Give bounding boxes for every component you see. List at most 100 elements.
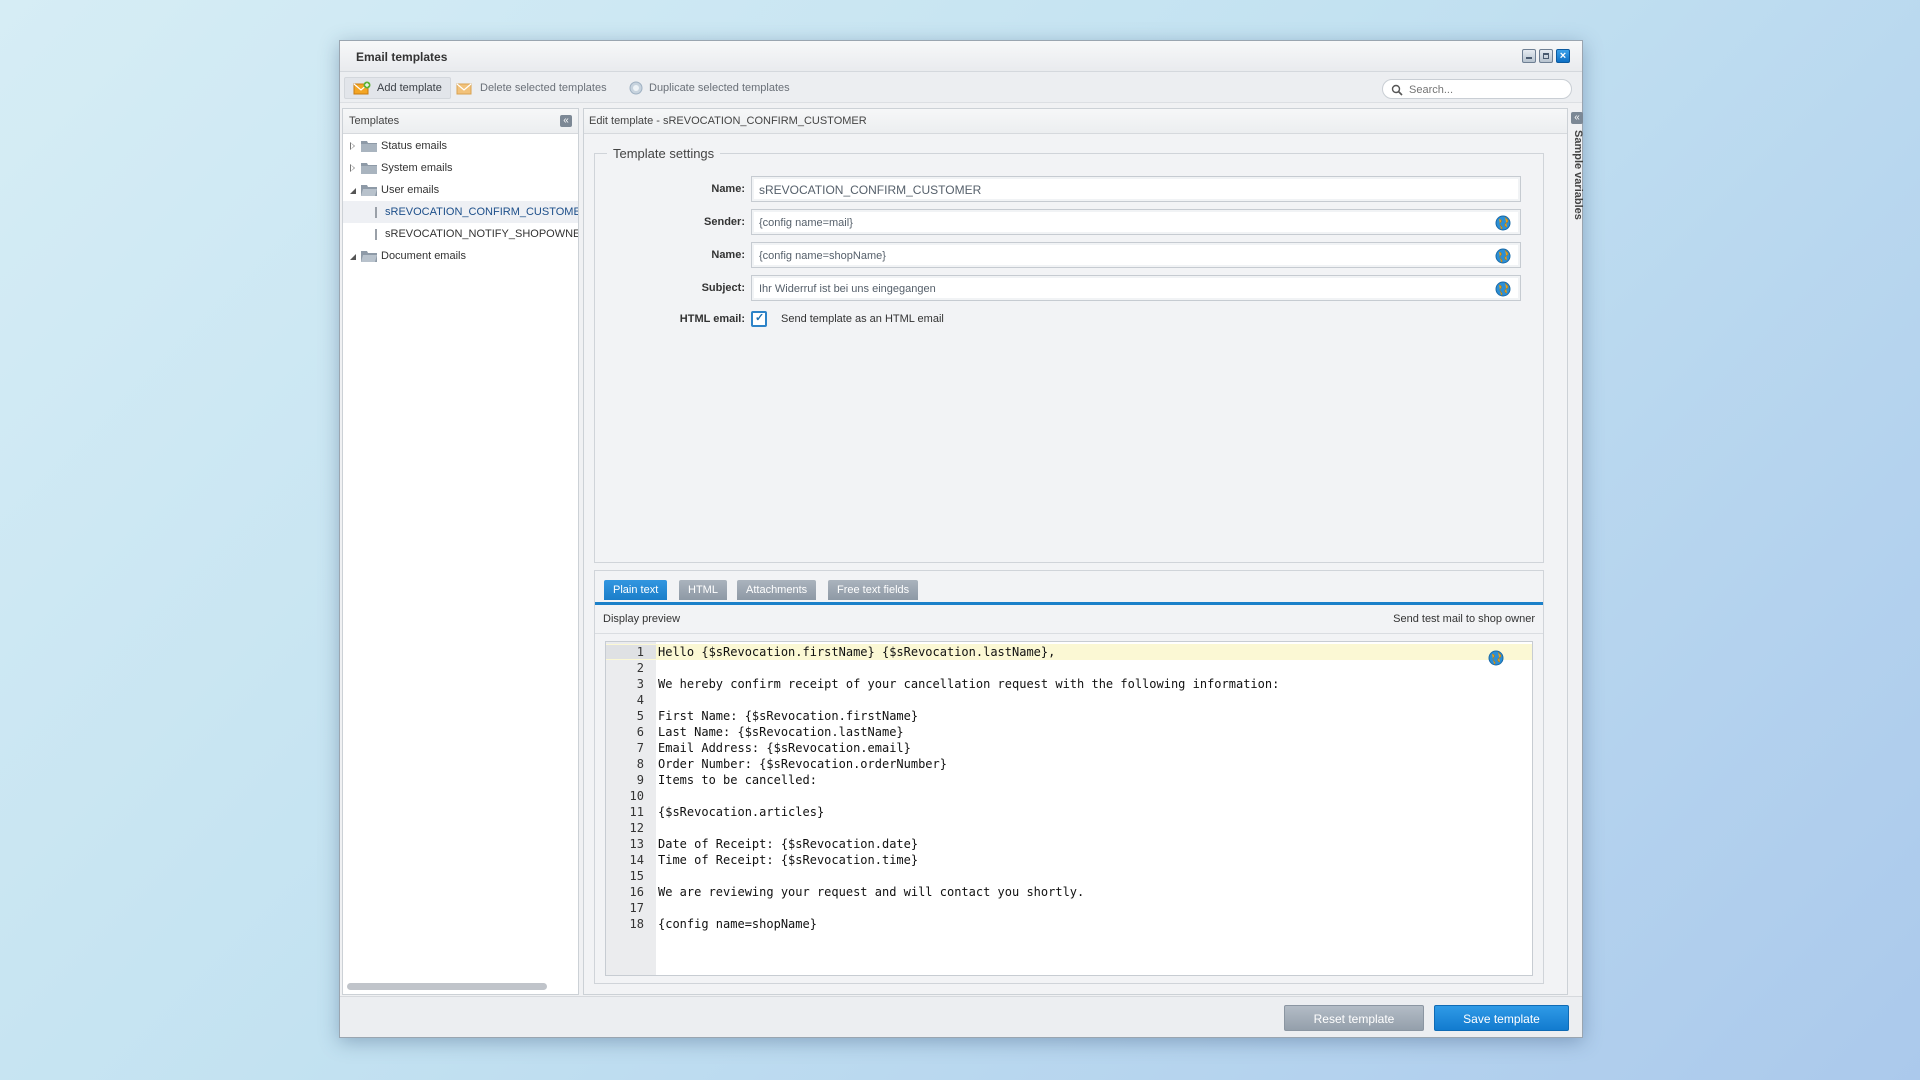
line-number: 16 — [629, 885, 644, 899]
delete-templates-button[interactable]: Delete selected templates — [448, 77, 615, 99]
code-line[interactable]: 9 Items to be cancelled: — [606, 772, 1532, 788]
globe-icon[interactable] — [1495, 248, 1511, 264]
code-line[interactable]: 10 — [606, 788, 1532, 804]
code-line[interactable]: 1 Hello {$sRevocation.firstName} {$sRevoc… — [606, 644, 1532, 660]
edit-panel-header: Edit template - sREVOCATION_CONFIRM_CUST… — [584, 109, 1567, 134]
tree-template-notify-shopowner[interactable]: sREVOCATION_NOTIFY_SHOPOWNER — [343, 223, 578, 245]
tab-free-text-fields[interactable]: Free text fields — [828, 580, 919, 600]
email-templates-window: Email templates × Add template Delete se… — [339, 40, 1584, 1038]
search-input[interactable] — [1407, 82, 1566, 98]
tree-folder-system-emails[interactable]: System emails — [343, 157, 578, 179]
add-template-button[interactable]: Add template — [344, 77, 451, 99]
globe-icon[interactable] — [1495, 281, 1511, 297]
code-line[interactable]: 15 — [606, 868, 1532, 884]
templates-tree-panel: Templates « Status emails System emails … — [342, 108, 579, 995]
name-field[interactable]: sREVOCATION_CONFIRM_CUSTOMER — [751, 176, 1521, 202]
line-number: 4 — [636, 693, 644, 707]
code-line-text: {$sRevocation.articles} — [658, 805, 825, 819]
open-folder-icon — [361, 185, 377, 196]
line-number: 10 — [629, 789, 644, 803]
globe-icon[interactable] — [1488, 650, 1504, 666]
from-name-label: Name: — [711, 249, 745, 261]
window-titlebar: Email templates × — [340, 41, 1582, 72]
from-name-value: {config name=shopName} — [759, 250, 886, 262]
tree-item-label: System emails — [381, 162, 453, 174]
line-number: 5 — [636, 709, 644, 723]
code-line-text: We hereby confirm receipt of your cancel… — [658, 677, 1280, 691]
sample-variables-strip[interactable]: « Sample variables — [1571, 108, 1584, 995]
tree-item-label: sREVOCATION_NOTIFY_SHOPOWNER — [385, 228, 578, 240]
tree-folder-document-emails[interactable]: Document emails — [343, 245, 578, 267]
subject-field[interactable]: Ihr Widerruf ist bei uns eingegangen — [751, 275, 1521, 301]
horizontal-scrollbar[interactable] — [347, 983, 547, 990]
tree-item-label: sREVOCATION_CONFIRM_CUSTOMER — [385, 206, 578, 218]
html-email-checkbox[interactable] — [751, 311, 767, 327]
globe-icon[interactable] — [1495, 215, 1511, 231]
add-template-label: Add template — [377, 82, 442, 94]
save-template-button[interactable]: Save template — [1434, 1005, 1569, 1031]
expand-right-icon[interactable]: « — [1571, 112, 1583, 124]
code-line-text: Last Name: {$sRevocation.lastName} — [658, 725, 904, 739]
delete-mail-icon — [456, 83, 472, 95]
code-line[interactable]: 2 — [606, 660, 1532, 676]
code-line[interactable]: 4 — [606, 692, 1532, 708]
code-line[interactable]: 12 — [606, 820, 1532, 836]
window-title: Email templates — [356, 50, 448, 64]
line-number: 2 — [636, 661, 644, 675]
code-line[interactable]: 8 Order Number: {$sRevocation.orderNumber… — [606, 756, 1532, 772]
expand-arrow-icon[interactable] — [349, 142, 357, 150]
send-test-mail-button[interactable]: Send test mail to shop owner — [1393, 613, 1535, 625]
code-line[interactable]: 5 First Name: {$sRevocation.firstName} — [606, 708, 1532, 724]
line-number: 8 — [636, 757, 644, 771]
tree-item-label: User emails — [381, 184, 440, 196]
folder-icon — [361, 141, 377, 152]
tree-template-confirm-customer[interactable]: sREVOCATION_CONFIRM_CUSTOMER — [343, 201, 578, 223]
duplicate-icon — [629, 81, 643, 95]
code-line[interactable]: 6 Last Name: {$sRevocation.lastName} — [606, 724, 1532, 740]
duplicate-templates-button[interactable]: Duplicate selected templates — [621, 77, 798, 99]
code-line[interactable]: 17 — [606, 900, 1532, 916]
reset-template-button[interactable]: Reset template — [1284, 1005, 1424, 1031]
close-icon[interactable]: × — [1556, 49, 1570, 63]
tree-folder-user-emails[interactable]: User emails — [343, 179, 578, 201]
edit-panel-title: Edit template - sREVOCATION_CONFIRM_CUST… — [589, 115, 867, 127]
sample-variables-label: Sample variables — [1572, 130, 1584, 220]
collapse-left-icon[interactable]: « — [560, 115, 572, 127]
from-name-field[interactable]: {config name=shopName} — [751, 242, 1521, 268]
content-tabs-panel: Plain text HTML Attachments Free text fi… — [594, 570, 1544, 984]
collapse-arrow-icon[interactable] — [349, 186, 357, 194]
code-line[interactable]: 14 Time of Receipt: {$sRevocation.time} — [606, 852, 1532, 868]
code-line-text: First Name: {$sRevocation.firstName} — [658, 709, 919, 723]
sender-value: {config name=mail} — [759, 217, 853, 229]
name-value: sREVOCATION_CONFIRM_CUSTOMER — [759, 183, 982, 197]
search-box[interactable] — [1382, 79, 1572, 99]
code-line[interactable]: 16 We are reviewing your request and will… — [606, 884, 1532, 900]
sender-field[interactable]: {config name=mail} — [751, 209, 1521, 235]
maximize-icon[interactable] — [1539, 49, 1553, 63]
code-editor[interactable]: 1 Hello {$sRevocation.firstName} {$sRevoc… — [605, 641, 1533, 976]
collapse-arrow-icon[interactable] — [349, 252, 357, 260]
sender-label: Sender: — [704, 216, 745, 228]
folder-icon — [361, 163, 377, 174]
tab-plain-text[interactable]: Plain text — [604, 580, 668, 600]
toolbar: Add template Delete selected templates D… — [340, 72, 1582, 103]
template-checkbox[interactable] — [375, 228, 377, 240]
code-line[interactable]: 13 Date of Receipt: {$sRevocation.date} — [606, 836, 1532, 852]
expand-arrow-icon[interactable] — [349, 164, 357, 172]
tree-folder-status-emails[interactable]: Status emails — [343, 135, 578, 157]
template-checkbox[interactable] — [375, 206, 377, 218]
tab-attachments[interactable]: Attachments — [737, 580, 817, 600]
code-line[interactable]: 3 We hereby confirm receipt of your cance… — [606, 676, 1532, 692]
tab-html[interactable]: HTML — [679, 580, 727, 600]
line-number: 15 — [629, 869, 644, 883]
code-line[interactable]: 11 {$sRevocation.articles} — [606, 804, 1532, 820]
name-row: Name: sREVOCATION_CONFIRM_CUSTOMER — [595, 176, 1545, 202]
code-line-text: {config name=shopName} — [658, 917, 817, 931]
code-line-text: Email Address: {$sRevocation.email} — [658, 741, 911, 755]
code-line[interactable]: 18 {config name=shopName} — [606, 916, 1532, 932]
html-email-label: HTML email: — [679, 313, 745, 325]
code-line[interactable]: 7 Email Address: {$sRevocation.email} — [606, 740, 1532, 756]
search-icon — [1391, 84, 1403, 96]
display-preview-button[interactable]: Display preview — [603, 613, 680, 625]
minimize-icon[interactable] — [1522, 49, 1536, 63]
